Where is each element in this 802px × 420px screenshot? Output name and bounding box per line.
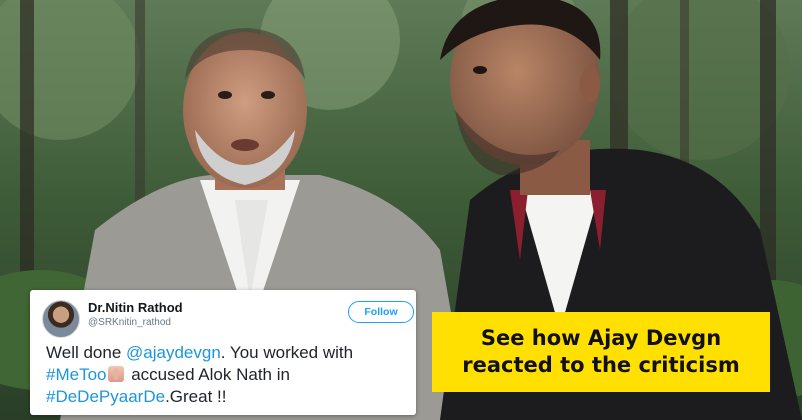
tweet-text: Well done @ajaydevgn. You worked with #M… bbox=[46, 342, 412, 408]
tweet-card: Dr.Nitin Rathod @SRKnitin_rathod Follow … bbox=[30, 290, 416, 415]
mention-link[interactable]: @ajaydevgn bbox=[126, 343, 221, 362]
tweet-text-part: .Great !! bbox=[165, 387, 227, 406]
tweet-text-part: . You worked with bbox=[220, 343, 354, 362]
tweet-line-2: #MeToo accused Alok Nath in bbox=[46, 364, 412, 386]
hashtag-metoo-link[interactable]: #MeToo bbox=[46, 365, 106, 384]
movie-still-scene: Dr.Nitin Rathod @SRKnitin_rathod Follow … bbox=[0, 0, 802, 420]
tweet-handle[interactable]: @SRKnitin_rathod bbox=[88, 317, 171, 328]
caption-line-1: See how Ajay Devgn bbox=[480, 326, 722, 350]
tweet-display-name[interactable]: Dr.Nitin Rathod bbox=[88, 300, 183, 315]
avatar[interactable] bbox=[42, 300, 80, 338]
tweet-text-part: accused Alok Nath in bbox=[126, 365, 290, 384]
raised-hand-emoji-icon bbox=[108, 366, 125, 382]
hashtag-movie-link[interactable]: #DeDePyaarDe bbox=[46, 387, 165, 406]
tweet-line-3: #DeDePyaarDe.Great !! bbox=[46, 386, 412, 408]
follow-button[interactable]: Follow bbox=[348, 301, 414, 323]
tweet-line-1: Well done @ajaydevgn. You worked with bbox=[46, 342, 412, 364]
caption-line-2: reacted to the criticism bbox=[462, 353, 740, 377]
tweet-text-part: Well done bbox=[46, 343, 127, 362]
caption-banner: See how Ajay Devgn reacted to the critic… bbox=[432, 312, 770, 392]
